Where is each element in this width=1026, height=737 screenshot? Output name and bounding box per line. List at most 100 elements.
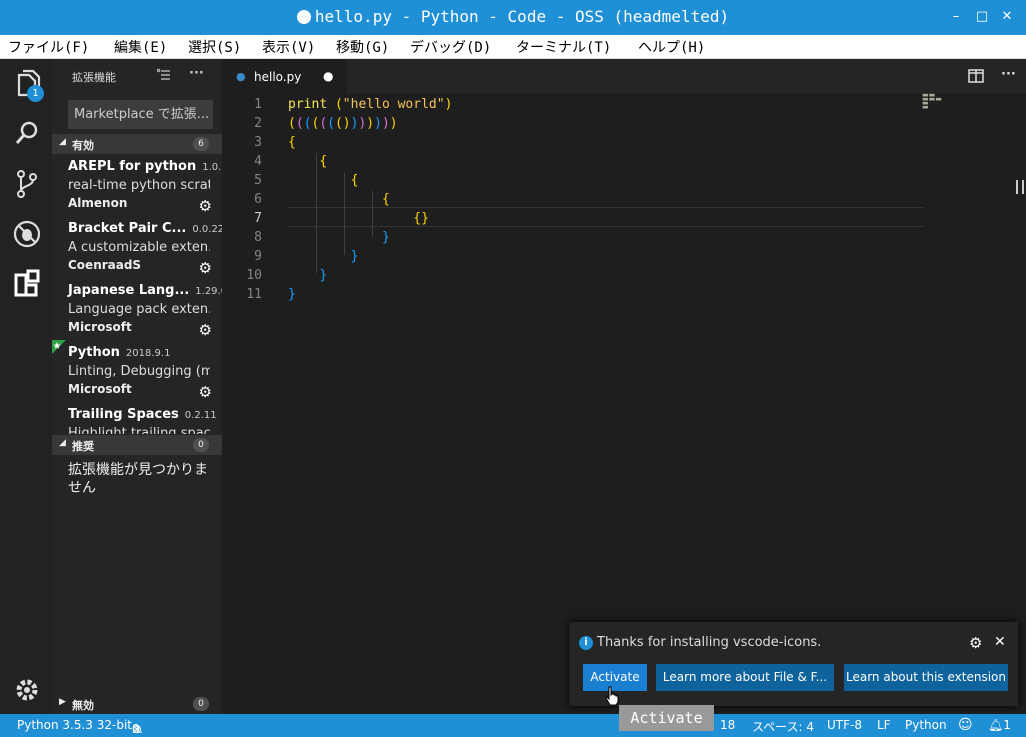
- code-text: }: [350, 249, 359, 264]
- extension-item[interactable]: Japanese Lang... 1.29.0 Language pack ext…: [68, 283, 227, 345]
- line-number: 6: [254, 192, 262, 207]
- notification-message: Thanks for installing vscode-icons.: [597, 635, 822, 650]
- split-editor-icon[interactable]: [968, 69, 984, 83]
- menu-go[interactable]: 移動(G): [336, 37, 389, 57]
- unsaved-dot-icon[interactable]: ●: [323, 69, 333, 83]
- code-text: }: [319, 268, 328, 283]
- warning-count: 0: [132, 722, 140, 736]
- code-text: }: [381, 230, 390, 245]
- no-extensions-message: 拡張機能が見つかりません: [68, 462, 208, 496]
- notification-toast: i Thanks for installing vscode-icons. ⚙ …: [569, 622, 1018, 706]
- gear-icon[interactable]: ⚙: [199, 321, 212, 339]
- code-text: {: [350, 173, 359, 188]
- gear-icon[interactable]: [10, 673, 44, 707]
- extension-version: 2018.9.1: [125, 348, 171, 359]
- enabled-label: 有効: [72, 139, 94, 152]
- recommended-section-header[interactable]: ◢ 推奨 0: [52, 435, 222, 455]
- code-line[interactable]: 4 {: [222, 152, 922, 171]
- extension-name: Japanese Lang...: [68, 283, 190, 298]
- encoding[interactable]: UTF-8: [827, 718, 862, 732]
- notifications-bell-icon[interactable]: 🔔︎1: [988, 718, 1011, 732]
- line-number: 9: [254, 249, 262, 264]
- source-control-icon[interactable]: [10, 167, 44, 201]
- code-text: {}: [413, 211, 429, 226]
- enabled-section-header[interactable]: ◢ 有効 6: [52, 134, 222, 154]
- editor-more-actions-button[interactable]: ···: [1001, 67, 1016, 82]
- code-line[interactable]: 3{: [222, 133, 922, 152]
- code-text: }: [288, 287, 296, 302]
- menu-selection[interactable]: 選択(S): [188, 37, 241, 57]
- gear-icon[interactable]: ⚙: [199, 197, 212, 215]
- code-line[interactable]: 6 {: [222, 190, 922, 209]
- code-line[interactable]: 7 {}: [222, 209, 922, 228]
- code-line[interactable]: 8 }: [222, 228, 922, 247]
- menu-file[interactable]: ファイル(F): [8, 37, 89, 57]
- code-text: ((((((())))))): [288, 116, 398, 131]
- extension-item[interactable]: Bracket Pair C... 0.0.22 A customizable e…: [68, 221, 224, 283]
- clear-extensions-icon[interactable]: [157, 68, 171, 82]
- extension-search-input[interactable]: Marketplace で拡張...: [68, 100, 213, 129]
- code-line[interactable]: 11}: [222, 285, 922, 304]
- extensions-sidebar: 拡張機能 ··· Marketplace で拡張... ◢ 有効 6 AREPL…: [52, 59, 228, 714]
- line-number: 7: [254, 211, 262, 226]
- code-line[interactable]: 9 }: [222, 247, 922, 266]
- more-actions-button[interactable]: ···: [189, 66, 204, 81]
- cursor-position[interactable]: 18: [720, 718, 735, 732]
- code-line[interactable]: 2 ((((((())))))): [222, 114, 922, 133]
- close-button[interactable]: ✕: [999, 9, 1015, 25]
- collapse-icon: ▶: [59, 697, 66, 707]
- info-icon: i: [579, 636, 593, 650]
- code-text: {: [319, 154, 328, 169]
- app-icon: [296, 10, 311, 24]
- code-line[interactable]: 1 print ("hello world"): [222, 95, 922, 114]
- debug-icon[interactable]: [10, 217, 44, 251]
- extension-desc: Linting, Debugging (m...: [68, 364, 210, 379]
- menu-help[interactable]: ヘルプ(H): [638, 37, 705, 57]
- search-icon[interactable]: [10, 117, 44, 151]
- editor: ● hello.py ● ··· 1 print ("hello world") 2…: [222, 59, 1026, 714]
- menu-debug[interactable]: デバッグ(D): [410, 37, 491, 57]
- window-title: hello.py - Python - Code - OSS (headmelt…: [314, 7, 730, 26]
- menu-edit[interactable]: 編集(E): [114, 37, 167, 57]
- line-number: 8: [254, 230, 262, 245]
- minimap[interactable]: ▬▬ ▬▬▬ ▬ ▬: [922, 92, 942, 113]
- minimize-button[interactable]: –: [948, 9, 964, 25]
- line-number: 10: [246, 268, 262, 283]
- tab-bar: ● hello.py ● ···: [222, 59, 1026, 94]
- end-of-line[interactable]: LF: [877, 718, 891, 732]
- extension-author: Microsoft: [68, 382, 132, 396]
- extension-author: Almenon: [68, 196, 128, 210]
- extension-name: Bracket Pair C...: [68, 221, 187, 236]
- extension-item[interactable]: Trailing Spaces 0.2.11 Highlight trailing…: [68, 407, 218, 434]
- gear-icon[interactable]: ⚙: [199, 259, 212, 277]
- close-notification-button[interactable]: ✕: [994, 634, 1006, 650]
- gear-icon[interactable]: ⚙: [969, 634, 982, 652]
- line-number: 5: [254, 173, 262, 188]
- tab-hello-py[interactable]: ● hello.py ●: [222, 59, 347, 94]
- maximize-button[interactable]: □: [974, 9, 990, 25]
- extension-desc: Highlight trailing spac...: [68, 426, 210, 434]
- language-mode[interactable]: Python: [905, 718, 947, 732]
- extension-desc: Language pack exten...: [68, 302, 210, 317]
- disabled-label: 無効: [72, 699, 94, 712]
- indentation[interactable]: スペース: 4: [752, 718, 814, 735]
- tooltip: Activate: [619, 705, 714, 731]
- extension-item[interactable]: Python2018.9.1 Linting, Debugging (m... …: [68, 345, 218, 407]
- expand-icon: ◢: [59, 137, 66, 147]
- extensions-icon[interactable]: [10, 267, 44, 301]
- code-line[interactable]: 10 }: [222, 266, 922, 285]
- extension-name: AREPL for python: [68, 159, 197, 174]
- line-number: 1: [254, 97, 262, 112]
- extension-item[interactable]: AREPL for python 1.0.3 real-time python s…: [68, 159, 228, 221]
- learn-more-file-button[interactable]: Learn more about File & F...: [656, 664, 834, 691]
- menu-view[interactable]: 表示(V): [262, 37, 315, 57]
- code-line[interactable]: 5 {: [222, 171, 922, 190]
- menu-terminal[interactable]: ターミナル(T): [516, 37, 611, 57]
- code-text: print ("hello world"): [288, 97, 453, 112]
- python-interpreter[interactable]: Python 3.5.3 32-bit: [17, 718, 132, 732]
- gear-icon[interactable]: ⚙: [199, 383, 212, 401]
- disabled-section-header[interactable]: ▶ 無効 0: [52, 694, 222, 714]
- learn-about-extension-button[interactable]: Learn about this extension: [844, 664, 1008, 691]
- extension-version: 0.2.11: [184, 410, 217, 421]
- feedback-smiley-icon[interactable]: ☺: [958, 717, 973, 733]
